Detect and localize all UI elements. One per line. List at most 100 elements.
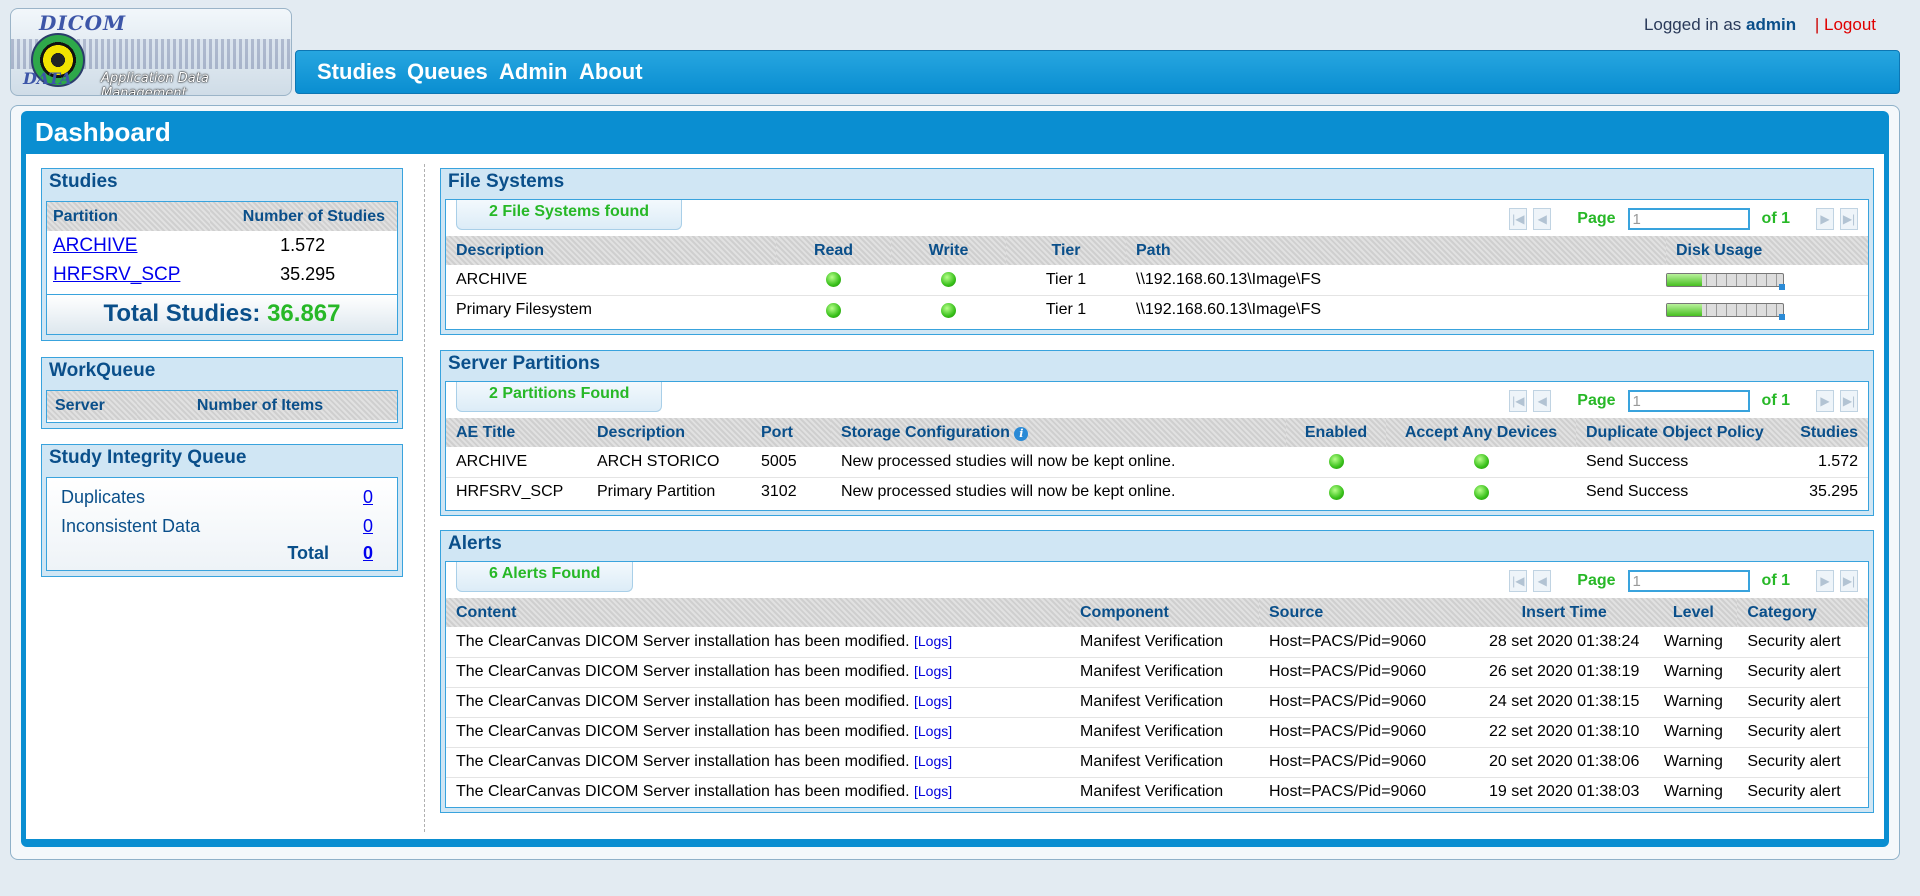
disk-usage-fill [1667,304,1702,317]
partitions-box: 2 Partitions Found |◀ ◀ Page of 1 ▶ ▶| A… [445,381,1869,511]
alert-level: Warning [1649,747,1738,778]
last-page-icon[interactable]: ▶| [1840,570,1858,592]
col-level: Level [1649,598,1738,627]
inconsistent-link[interactable]: 0 [363,516,373,536]
accept-devices-status-icon [1473,454,1489,470]
page-input[interactable] [1627,390,1750,412]
filesystems-pager: |◀ ◀ Page of 1 ▶ ▶| [1509,206,1858,232]
partition-ae: HRFSRV_SCP [456,483,564,501]
table-row[interactable]: The ClearCanvas DICOM Server installatio… [446,627,1868,658]
alert-level: Warning [1649,687,1738,718]
prev-page-icon[interactable]: ◀ [1533,208,1552,230]
col-number-of-items: Number of Items [136,391,397,420]
next-page-icon[interactable]: ▶ [1816,208,1834,230]
first-page-icon[interactable]: |◀ [1509,208,1528,230]
nav-studies[interactable]: Studies [317,59,396,85]
page-input[interactable] [1627,208,1750,230]
page-label: Page [1577,392,1616,409]
last-page-icon[interactable]: ▶| [1840,390,1858,412]
page-input[interactable] [1627,570,1750,592]
nav-admin[interactable]: Admin [499,59,567,85]
table-row[interactable]: The ClearCanvas DICOM Server installatio… [446,687,1868,718]
dashboard-body: Studies Partition Number of Studies ARCH… [26,154,1884,839]
partitions-panel: Server Partitions 2 Partitions Found |◀ … [440,350,1874,516]
alert-level: Warning [1649,657,1738,688]
alert-time: 24 set 2020 01:38:15 [1479,687,1650,718]
col-write: Write [891,236,1006,265]
workqueue-box: Server Number of Items [46,390,398,423]
enabled-status-icon [1328,484,1344,500]
column-divider [424,164,425,832]
logs-link[interactable]: [Logs] [914,723,952,739]
col-duplicate-policy: Duplicate Object Policy [1576,418,1786,447]
studies-box: Partition Number of Studies ARCHIVE 1.57… [46,201,398,335]
col-partition: Partition [47,202,211,231]
partition-link-archive[interactable]: ARCHIVE [53,235,137,256]
table-row[interactable]: The ClearCanvas DICOM Server installatio… [446,777,1868,807]
col-category: Category [1737,598,1868,627]
disk-usage-bar [1666,303,1785,321]
table-row[interactable]: The ClearCanvas DICOM Server installatio… [446,717,1868,748]
logs-link[interactable]: [Logs] [914,693,952,709]
partition-link-hrfsrv[interactable]: HRFSRV_SCP [53,264,180,285]
partition-policy: Send Success [1576,447,1786,478]
last-page-icon[interactable]: ▶| [1840,208,1858,230]
alert-content: The ClearCanvas DICOM Server installatio… [456,723,910,740]
alert-level: Warning [1649,627,1738,658]
filesystems-found: 2 File Systems found [456,200,683,230]
studies-count: 1.572 [280,235,326,255]
workqueue-panel: WorkQueue Server Number of Items [41,357,403,429]
nav-about[interactable]: About [579,59,643,85]
alert-source: Host=PACS/Pid=9060 [1259,717,1479,748]
login-info: Logged in as admin | Logout [1644,15,1876,35]
partition-studies: 35.295 [1809,483,1858,501]
fs-description: ARCHIVE [446,265,776,296]
next-page-icon[interactable]: ▶ [1816,570,1834,592]
alert-category: Security alert [1737,747,1868,778]
alert-source: Host=PACS/Pid=9060 [1259,657,1479,688]
first-page-icon[interactable]: |◀ [1509,570,1528,592]
write-status-icon [941,272,956,288]
table-row[interactable]: Primary Filesystem Tier 1 \\192.168.60.1… [446,295,1868,325]
disk-usage-marker [1779,283,1785,290]
alert-time: 26 set 2020 01:38:19 [1479,657,1650,688]
integrity-box: Duplicates 0 Inconsistent Data 0 Total 0 [46,477,398,571]
alerts-panel: Alerts 6 Alerts Found |◀ ◀ Page of 1 ▶ ▶… [440,530,1874,813]
table-row[interactable]: The ClearCanvas DICOM Server installatio… [446,657,1868,688]
table-row[interactable]: ARCHIVE Tier 1 \\192.168.60.13\Image\FS [446,265,1868,296]
alert-source: Host=PACS/Pid=9060 [1259,627,1479,658]
total-studies-value: 36.867 [267,300,341,327]
alert-source: Host=PACS/Pid=9060 [1269,783,1427,801]
logs-link[interactable]: [Logs] [914,663,952,679]
prev-page-icon[interactable]: ◀ [1533,390,1552,412]
table-row[interactable]: HRFSRV_SCP Primary Partition 3102 New pr… [446,477,1868,507]
duplicates-link[interactable]: 0 [363,487,373,507]
logs-link[interactable]: [Logs] [914,753,952,769]
page-label: Page [1577,572,1616,589]
prev-page-icon[interactable]: ◀ [1533,570,1552,592]
info-icon[interactable]: i [1014,426,1029,441]
fs-tier: Tier 1 [1006,265,1126,296]
logo-text-top: DICOM [39,11,127,35]
alert-time: 22 set 2020 01:38:10 [1479,717,1650,748]
login-prefix: Logged in as [1643,15,1742,34]
partition-policy: Send Success [1586,483,1689,501]
nav-queues[interactable]: Queues [407,59,488,85]
col-insert-time: Insert Time [1479,598,1650,627]
integrity-total-link[interactable]: 0 [363,543,373,563]
next-page-icon[interactable]: ▶ [1816,390,1834,412]
page-of-label: of 1 [1761,572,1790,589]
page-title: Dashboard [35,117,171,147]
logs-link[interactable]: [Logs] [914,633,952,649]
table-row[interactable]: The ClearCanvas DICOM Server installatio… [446,747,1868,778]
filesystems-title: File Systems [448,171,565,192]
disk-usage-bar [1666,272,1785,290]
logs-link[interactable]: [Logs] [914,783,952,799]
disk-usage-marker [1779,314,1785,321]
table-row[interactable]: ARCHIVE ARCH STORICO 5005 New processed … [446,447,1868,478]
first-page-icon[interactable]: |◀ [1509,390,1528,412]
login-separator: | [1814,15,1820,34]
duplicates-row: Duplicates 0 [61,487,373,511]
logout-link[interactable]: Logout [1824,15,1876,34]
filesystems-table: Description Read Write Tier Path Disk Us… [446,236,1868,325]
